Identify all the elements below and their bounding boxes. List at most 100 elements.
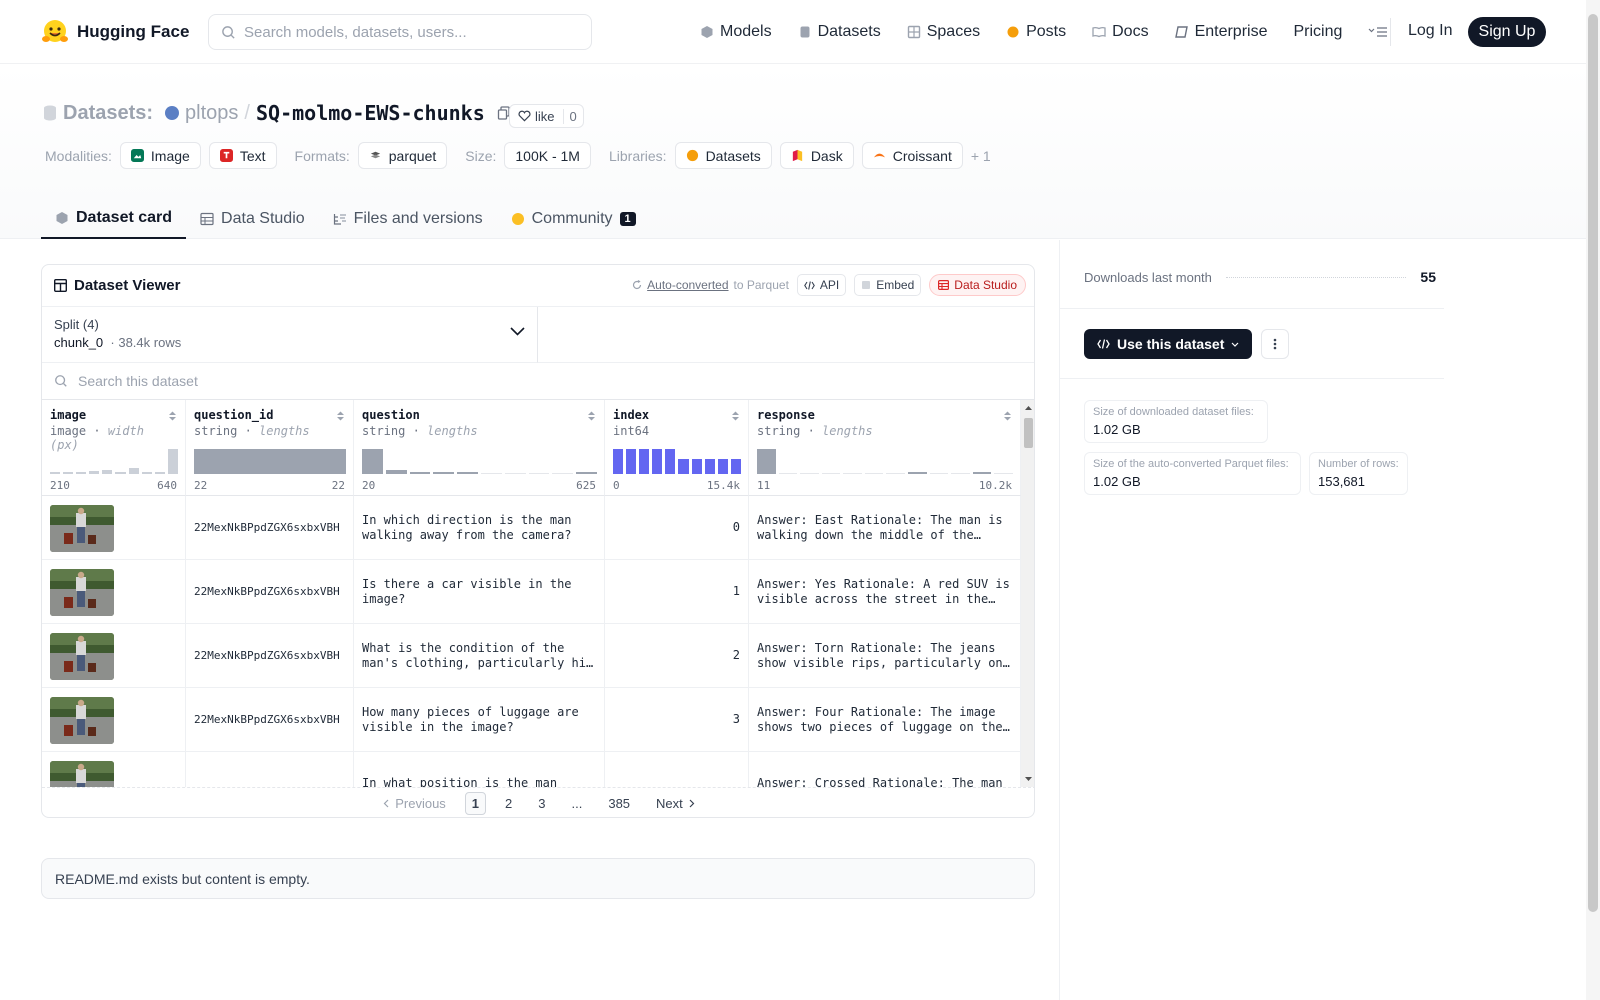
table-row[interactable]: 22MexNkBPpdZGX6sxbxVBH How many pieces of… — [42, 688, 1021, 752]
histogram-bar[interactable] — [908, 472, 927, 474]
column-header-question_id[interactable]: question_id string · lengths 22 22 — [186, 400, 354, 496]
histogram-bar[interactable] — [972, 472, 992, 474]
histogram-bar[interactable] — [362, 449, 383, 474]
sort-icon[interactable] — [1003, 410, 1012, 422]
histogram-bar[interactable] — [63, 472, 74, 474]
cell-response[interactable]: Answer: Four Rationale: The image shows … — [749, 688, 1021, 752]
auto-converted-link[interactable]: Auto-converted — [647, 278, 728, 292]
breadcrumb-section[interactable]: Datasets: — [63, 102, 153, 125]
column-header-question[interactable]: question string · lengths 20 625 — [354, 400, 605, 496]
more-options-button[interactable] — [1261, 329, 1289, 359]
page-scrollbar[interactable] — [1586, 0, 1600, 1000]
nav-more-menu[interactable] — [1368, 25, 1388, 39]
modality-chip-text[interactable]: Text — [208, 142, 277, 169]
scroll-down-icon[interactable] — [1021, 773, 1035, 785]
sort-icon[interactable] — [731, 410, 740, 422]
nav-item-docs[interactable]: Docs — [1092, 23, 1149, 41]
sort-icon[interactable] — [587, 410, 596, 422]
split-selector[interactable]: Split (4) chunk_0 · 38.4k rows — [42, 307, 538, 363]
page-scrollbar-thumb[interactable] — [1588, 14, 1598, 912]
cell-image[interactable] — [42, 624, 186, 688]
table-row[interactable]: 22MexNkBPpdZGX6sxbxVBH In which direction… — [42, 496, 1021, 560]
global-search-box[interactable] — [208, 14, 592, 50]
tab-dataset-card[interactable]: Dataset card — [41, 198, 187, 239]
histogram-bar[interactable] — [757, 449, 776, 474]
column-header-image[interactable]: image image · width (px) 210 640 — [42, 400, 186, 496]
cell-response[interactable]: Answer: Torn Rationale: The jeans show v… — [749, 624, 1021, 688]
table-scrollbar-thumb[interactable] — [1024, 418, 1033, 448]
histogram-bar[interactable] — [480, 473, 502, 474]
row-image-thumbnail[interactable] — [50, 568, 114, 616]
row-image-thumbnail[interactable] — [50, 760, 114, 787]
histogram-bar[interactable] — [951, 473, 970, 474]
column-header-response[interactable]: response string · lengths 11 10.2k — [749, 400, 1021, 496]
dataset-name[interactable]: SQ-molmo-EWS-chunks — [256, 101, 485, 125]
like-button[interactable]: like 0 — [509, 104, 584, 128]
histogram-bar[interactable] — [704, 458, 715, 474]
sort-icon[interactable] — [336, 410, 345, 422]
cell-image[interactable] — [42, 752, 186, 787]
cell-response[interactable]: Answer: Crossed Rationale: The man — [749, 752, 1021, 787]
nav-item-posts[interactable]: Posts — [1006, 23, 1066, 41]
cell-question-id[interactable]: 22MexNkBPpdZGX6sxbxVBH — [186, 624, 354, 688]
histogram-bar[interactable] — [821, 473, 841, 474]
histogram-bar[interactable] — [929, 473, 949, 474]
histogram-bar[interactable] — [639, 449, 650, 474]
histogram-bar[interactable] — [504, 473, 526, 474]
histogram-bar[interactable] — [89, 471, 100, 474]
histogram-bar[interactable] — [167, 449, 178, 474]
cell-question[interactable]: What is the condition of the man's cloth… — [354, 624, 605, 688]
cell-question[interactable]: In what position is the man — [354, 752, 605, 787]
library-chip-datasets[interactable]: Datasets — [674, 142, 772, 169]
histogram-bar[interactable] — [141, 472, 152, 474]
row-image-thumbnail[interactable] — [50, 632, 114, 680]
histogram-bar[interactable] — [385, 470, 407, 474]
library-chip-dask[interactable]: Dask — [779, 142, 854, 169]
row-image-thumbnail[interactable] — [50, 696, 114, 744]
cell-question-id[interactable]: 22MexNkBPpdZGX6sxbxVBH — [186, 688, 354, 752]
embed-button[interactable]: Embed — [854, 274, 922, 296]
nav-item-spaces[interactable]: Spaces — [907, 23, 980, 41]
library-chip-croissant[interactable]: Croissant — [861, 142, 963, 169]
cell-response[interactable]: Answer: East Rationale: The man is walki… — [749, 496, 1021, 560]
cell-index[interactable]: 1 — [605, 560, 749, 624]
row-image-thumbnail[interactable] — [50, 504, 114, 552]
table-scrollbar[interactable] — [1021, 400, 1035, 787]
histogram-bar[interactable] — [433, 472, 455, 474]
format-chip-parquet[interactable]: parquet — [357, 142, 448, 169]
histogram-bar[interactable] — [457, 472, 478, 474]
api-button[interactable]: API — [796, 274, 847, 296]
signup-button[interactable]: Sign Up — [1468, 17, 1546, 47]
histogram-bar[interactable] — [154, 471, 165, 474]
login-link[interactable]: Log In — [1408, 22, 1452, 40]
page-385-button[interactable]: 385 — [601, 792, 637, 815]
histogram-bar[interactable] — [886, 473, 906, 474]
histogram-bar[interactable] — [50, 472, 61, 474]
owner-link[interactable]: pltops — [185, 102, 238, 125]
histogram-bar[interactable] — [652, 449, 663, 474]
cell-index[interactable]: 0 — [605, 496, 749, 560]
histogram-bar[interactable] — [843, 473, 862, 474]
cell-question-id[interactable] — [186, 752, 354, 787]
histogram-bar[interactable] — [76, 472, 87, 474]
brand-logo[interactable]: Hugging Face — [41, 18, 189, 46]
cell-image[interactable] — [42, 688, 186, 752]
table-row[interactable]: 22MexNkBPpdZGX6sxbxVBH What is the condit… — [42, 624, 1021, 688]
histogram-bar[interactable] — [102, 470, 113, 474]
global-search-input[interactable] — [244, 23, 574, 41]
nav-item-pricing[interactable]: Pricing — [1293, 23, 1342, 41]
data-studio-button[interactable]: Data Studio — [929, 274, 1026, 296]
histogram-bar[interactable] — [678, 458, 689, 474]
next-page-button[interactable]: Next — [649, 792, 702, 815]
previous-page-button[interactable]: Previous — [376, 792, 453, 815]
histogram-bar[interactable] — [576, 472, 597, 474]
histogram-bar[interactable] — [194, 449, 346, 474]
cell-index[interactable]: 2 — [605, 624, 749, 688]
dataset-search-input[interactable] — [78, 373, 778, 389]
histogram-bar[interactable] — [691, 458, 702, 474]
histogram-bar[interactable] — [528, 473, 550, 474]
more-libraries-link[interactable]: + 1 — [971, 148, 991, 164]
nav-item-enterprise[interactable]: Enterprise — [1174, 23, 1267, 41]
nav-item-datasets[interactable]: Datasets — [798, 23, 881, 41]
cell-index[interactable]: 3 — [605, 688, 749, 752]
